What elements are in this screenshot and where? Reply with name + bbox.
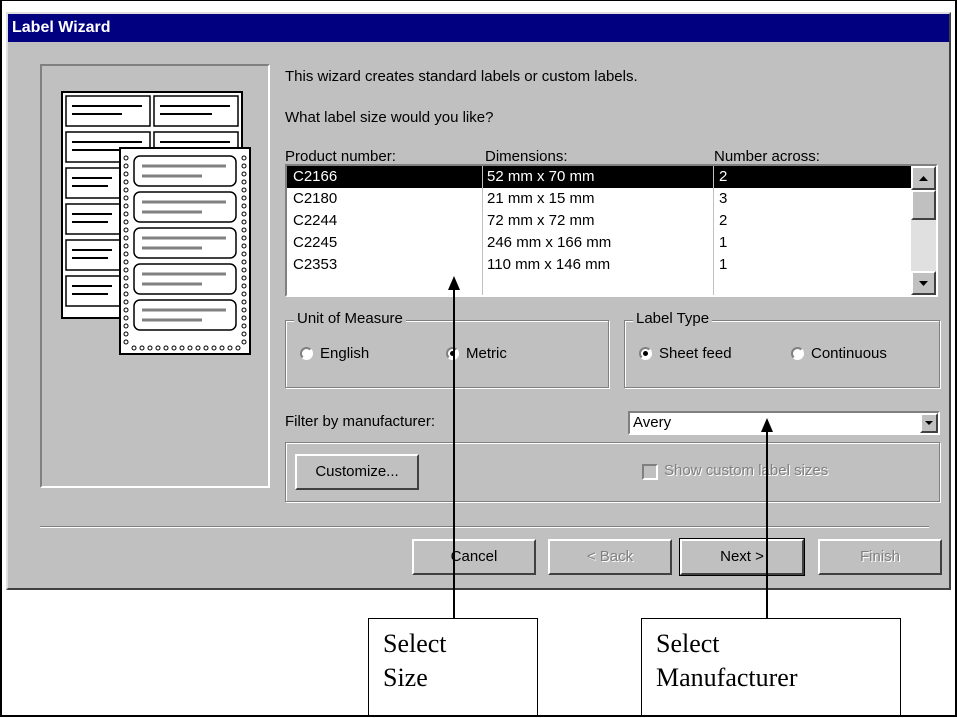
- size-arrow-head: [448, 276, 460, 290]
- header-product-number: Product number:: [285, 148, 396, 165]
- wizard-illustration-panel: [40, 64, 270, 488]
- chevron-down-icon: [925, 421, 933, 425]
- unit-of-measure-group: Unit of Measure English Metric: [285, 310, 609, 388]
- callout-line: Select: [383, 629, 447, 658]
- product-number: C2180: [293, 190, 338, 207]
- manufacturer-combobox[interactable]: Avery: [628, 411, 940, 435]
- product-number: C2244: [293, 212, 338, 229]
- label-sheets-illustration: [61, 91, 251, 355]
- metric-label: Metric: [466, 345, 507, 362]
- manufacturer-value: Avery: [633, 414, 672, 431]
- back-button[interactable]: < Back: [548, 539, 672, 575]
- list-scrollbar[interactable]: [911, 166, 936, 295]
- list-row[interactable]: C2180 21 mm x 15 mm 3: [287, 188, 911, 210]
- sheet-feed-radio[interactable]: [639, 347, 652, 360]
- number-across: 2: [719, 168, 728, 185]
- label-type-legend: Label Type: [633, 310, 713, 327]
- select-size-callout: Select Size: [368, 618, 538, 716]
- size-arrow-line: [453, 288, 455, 618]
- callout-line: Select: [656, 629, 720, 658]
- window-title: Label Wizard: [8, 14, 949, 42]
- cancel-button[interactable]: Cancel: [412, 539, 536, 575]
- column-divider: [482, 166, 483, 295]
- show-custom-sizes-label: Show custom label sizes: [664, 462, 829, 479]
- continuous-radio[interactable]: [791, 347, 804, 360]
- arrow-up-icon: [919, 176, 928, 181]
- label-size-list[interactable]: C2166 52 mm x 70 mm 2 C2180 21 mm x 15 m…: [285, 164, 938, 297]
- dropdown-button[interactable]: [920, 413, 938, 433]
- column-divider: [713, 166, 714, 295]
- label-type-group: Label Type Sheet feed Continuous: [624, 310, 940, 388]
- number-across: 2: [719, 212, 728, 229]
- next-button[interactable]: Next >: [679, 538, 805, 576]
- dimensions: 246 mm x 166 mm: [487, 234, 612, 251]
- intro-text: This wizard creates standard labels or c…: [285, 68, 638, 85]
- customize-button[interactable]: Customize...: [295, 454, 419, 490]
- dimensions: 72 mm x 72 mm: [487, 212, 595, 229]
- finish-button[interactable]: Finish: [818, 539, 942, 575]
- product-number: C2353: [293, 256, 338, 273]
- manufacturer-arrow-line: [766, 430, 768, 618]
- dimensions: 21 mm x 15 mm: [487, 190, 595, 207]
- scroll-down-button[interactable]: [911, 271, 936, 295]
- manufacturer-arrow-head: [761, 418, 773, 432]
- english-label: English: [320, 345, 370, 362]
- filter-label: Filter by manufacturer:: [285, 413, 436, 430]
- english-radio[interactable]: [300, 347, 313, 360]
- list-row[interactable]: C2353 110 mm x 146 mm 1: [287, 254, 911, 276]
- select-manufacturer-callout: Select Manufacturer: [641, 618, 901, 716]
- callout-line: Manufacturer: [656, 663, 798, 692]
- separator: [40, 526, 929, 528]
- number-across: 1: [719, 256, 728, 273]
- product-number: C2166: [293, 168, 338, 185]
- header-dimensions: Dimensions:: [485, 148, 568, 165]
- dimensions: 52 mm x 70 mm: [487, 168, 595, 185]
- list-row[interactable]: C2245 246 mm x 166 mm 1: [287, 232, 911, 254]
- scroll-thumb[interactable]: [911, 190, 936, 220]
- number-across: 3: [719, 190, 728, 207]
- sheet-feed-label: Sheet feed: [659, 345, 732, 362]
- callout-line: Size: [383, 663, 428, 692]
- continuous-label: Continuous: [811, 345, 887, 362]
- arrow-down-icon: [919, 281, 928, 286]
- scroll-up-button[interactable]: [911, 166, 936, 190]
- label-wizard-dialog: Label Wizard This wizard creates standar…: [6, 12, 951, 590]
- header-number-across: Number across:: [714, 148, 820, 165]
- list-row-selected[interactable]: C2166 52 mm x 70 mm 2: [287, 166, 911, 188]
- show-custom-sizes-checkbox[interactable]: [642, 464, 658, 480]
- size-question: What label size would you like?: [285, 109, 494, 126]
- list-row[interactable]: C2244 72 mm x 72 mm 2: [287, 210, 911, 232]
- number-across: 1: [719, 234, 728, 251]
- product-number: C2245: [293, 234, 338, 251]
- unit-of-measure-legend: Unit of Measure: [294, 310, 406, 327]
- dimensions: 110 mm x 146 mm: [487, 256, 611, 273]
